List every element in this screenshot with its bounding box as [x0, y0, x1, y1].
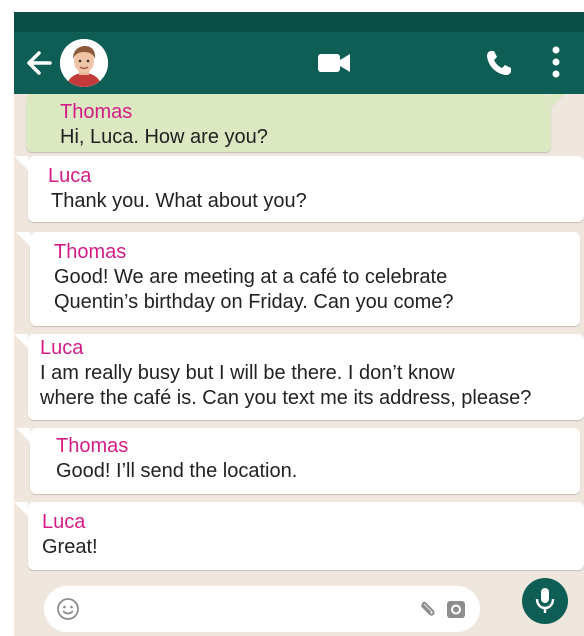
message-text: Great!	[42, 536, 98, 558]
chat-header	[14, 32, 584, 94]
message-text: Thank you. What about you?	[51, 190, 307, 212]
message-text: Good! We are meeting at a café to celebr…	[54, 266, 448, 288]
message-text: I am really busy but I will be there. I …	[40, 362, 455, 384]
message-bubble-outgoing: Thomas Hi, Luca. How are you?	[26, 94, 565, 152]
message-sender: Thomas	[56, 435, 129, 457]
message-sender: Thomas	[54, 241, 127, 263]
message-sender: Luca	[42, 511, 86, 533]
message-bubble-incoming: Thomas Good! I’ll send the location.	[16, 428, 580, 494]
message-text: Hi, Luca. How are you?	[60, 126, 268, 148]
message-sender: Luca	[48, 165, 92, 187]
message-bubble-incoming: Luca Thank you. What about you?	[14, 156, 584, 222]
contact-avatar[interactable]	[60, 39, 108, 87]
message-bubble-incoming: Luca I am really busy but I will be ther…	[14, 334, 584, 420]
emoji-icon[interactable]	[56, 597, 80, 626]
chat-screen: Thomas Hi, Luca. How are you? Luca Thank…	[14, 12, 584, 636]
message-sender: Thomas	[60, 101, 133, 123]
camera-icon[interactable]	[444, 597, 468, 626]
more-options-icon[interactable]	[552, 46, 560, 83]
attach-icon[interactable]	[416, 597, 440, 626]
mic-icon	[535, 588, 555, 613]
voice-call-icon[interactable]	[484, 48, 514, 83]
message-input[interactable]	[44, 586, 480, 632]
message-sender: Luca	[40, 337, 84, 359]
video-call-icon[interactable]	[317, 52, 351, 79]
message-bubble-incoming: Luca Great!	[14, 502, 584, 570]
back-arrow-icon[interactable]	[24, 48, 54, 83]
message-text: where the café is. Can you text me its a…	[40, 387, 532, 409]
message-bubble-incoming: Thomas Good! We are meeting at a café to…	[16, 232, 580, 326]
mic-button[interactable]	[522, 578, 568, 624]
message-text: Good! I’ll send the location.	[56, 460, 298, 482]
status-bar	[14, 12, 584, 32]
message-text: Quentin’s birthday on Friday. Can you co…	[54, 291, 454, 313]
